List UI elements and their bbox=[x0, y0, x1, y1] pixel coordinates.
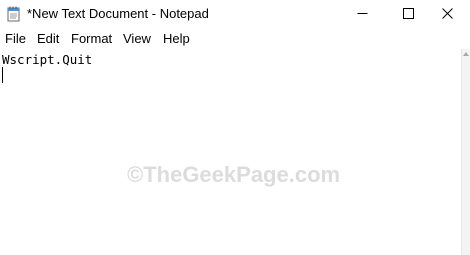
notepad-icon[interactable] bbox=[7, 6, 21, 22]
window-title: *New Text Document - Notepad bbox=[27, 6, 209, 21]
scroll-up-arrow-icon[interactable] bbox=[463, 52, 469, 56]
watermark: ©TheGeekPage.com bbox=[127, 162, 341, 187]
close-button[interactable] bbox=[424, 0, 470, 29]
menu-bar: File Edit Format View Help bbox=[0, 29, 470, 49]
text-editor-area[interactable]: Wscript.Quit ©TheGeekPage.com bbox=[0, 49, 460, 255]
minimize-button[interactable] bbox=[339, 0, 385, 29]
maximize-icon bbox=[402, 6, 414, 24]
vertical-scrollbar[interactable] bbox=[461, 49, 470, 255]
menu-view[interactable]: View bbox=[123, 31, 151, 47]
editor-content: Wscript.Quit bbox=[2, 52, 93, 67]
notepad-window: *New Text Document - Notepad File Edit F… bbox=[0, 0, 470, 255]
close-icon bbox=[441, 6, 453, 24]
menu-format[interactable]: Format bbox=[71, 31, 112, 47]
title-bar[interactable]: *New Text Document - Notepad bbox=[0, 0, 470, 29]
menu-edit[interactable]: Edit bbox=[37, 31, 59, 47]
menu-help[interactable]: Help bbox=[163, 31, 190, 47]
text-caret bbox=[2, 67, 3, 83]
menu-file[interactable]: File bbox=[5, 31, 26, 47]
minimize-icon bbox=[357, 6, 368, 24]
